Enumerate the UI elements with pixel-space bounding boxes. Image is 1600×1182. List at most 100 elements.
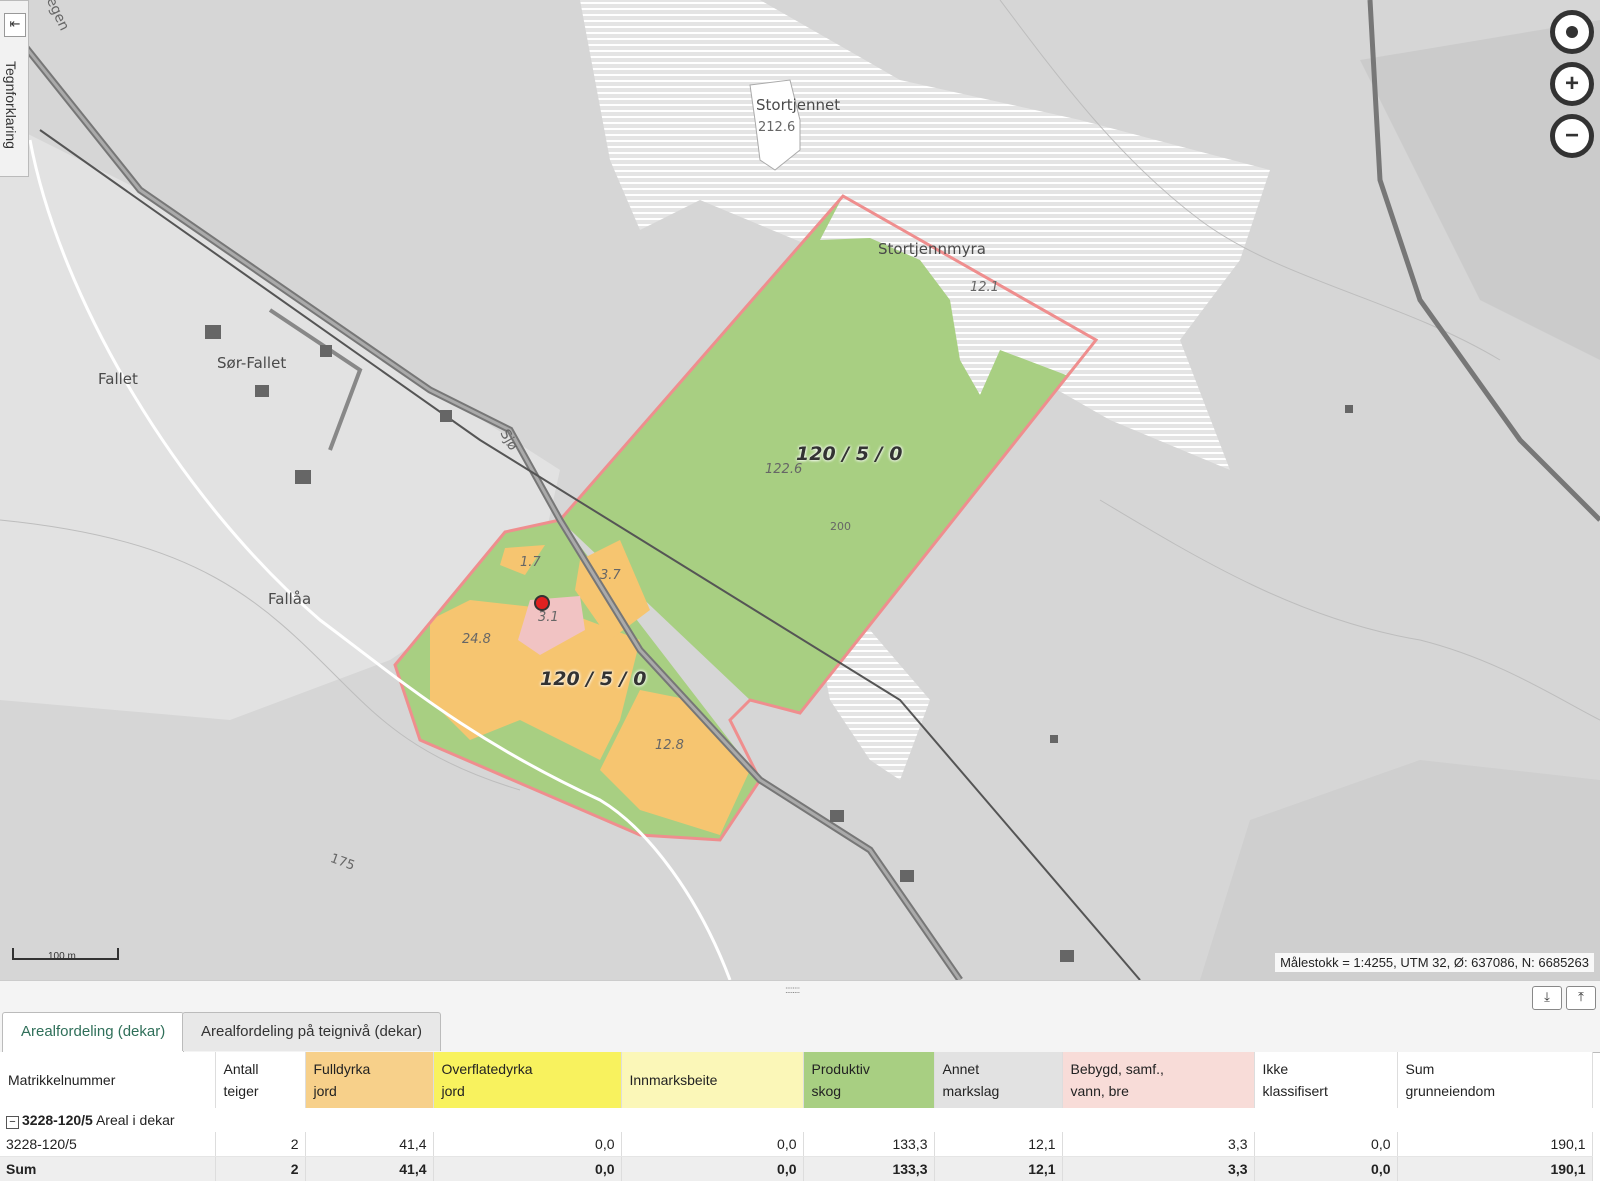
parcel-label: 120 / 5 / 0 xyxy=(796,443,903,465)
column-header-label: klassifisert xyxy=(1262,1083,1328,1099)
column-header-label: markslag xyxy=(942,1083,1000,1099)
locate-symbol xyxy=(1566,26,1578,38)
table-cell: 133,3 xyxy=(803,1156,935,1181)
column-header-label: Produktiv xyxy=(811,1061,870,1077)
panel-resize-divider[interactable]: :::::::: ⤓ ⤒ xyxy=(0,980,1600,1011)
column-header-label: vann, bre xyxy=(1070,1083,1129,1099)
column-header-label: Antall xyxy=(223,1061,259,1077)
height-label: 200 xyxy=(830,520,851,533)
place-label-sor-fallet: Sør-Fallet xyxy=(217,354,287,372)
scale-coordinates-readout: Målestokk = 1:4255, UTM 32, Ø: 637086, N… xyxy=(1275,953,1594,972)
area-label: 3.1 xyxy=(538,610,559,625)
map-canvas[interactable] xyxy=(0,0,1600,980)
column-header[interactable]: Innmarksbeite xyxy=(621,1052,804,1108)
column-header[interactable]: Fulldyrka jord xyxy=(305,1052,434,1108)
column-header[interactable]: Bebygd, samf., vann, bre xyxy=(1062,1052,1255,1108)
building xyxy=(320,345,332,357)
resize-grip-icon[interactable]: :::::::: xyxy=(785,985,800,996)
legend-label[interactable]: Tegnforklaring xyxy=(3,61,19,149)
building xyxy=(440,410,452,422)
column-header-label: Bebygd, samf., xyxy=(1070,1061,1164,1077)
upload-arrow-icon[interactable]: ⤒ xyxy=(1566,986,1596,1010)
panel-tabs: Arealfordeling (dekar) Arealfordeling på… xyxy=(0,1010,1600,1053)
place-label-stortjennmyra: Stortjennmyra xyxy=(878,240,986,258)
download-arrow-icon[interactable]: ⤓ xyxy=(1532,986,1562,1010)
sum-row: Sum 2 41,4 0,0 0,0 133,3 12,1 3,3 0,0 190,1 xyxy=(0,1156,1593,1181)
column-header-label: grunneiendom xyxy=(1405,1083,1496,1099)
locate-icon[interactable] xyxy=(1550,10,1594,54)
column-header-label: Ikke xyxy=(1262,1061,1289,1077)
group-label: Areal i dekar xyxy=(95,1111,175,1128)
height-label: 212.6 xyxy=(758,120,796,135)
building xyxy=(1050,735,1058,743)
group-id: 3228-120/5 xyxy=(22,1111,93,1128)
table-cell: 0,0 xyxy=(1254,1132,1398,1157)
legend-panel-tab[interactable]: ⇤ Tegnforklaring xyxy=(0,0,29,177)
table-row[interactable]: 3228-120/5 2 41,4 0,0 0,0 133,3 12,1 3,3 0,0 190,… xyxy=(0,1132,1593,1157)
table-cell: 0,0 xyxy=(1254,1156,1398,1181)
table-cell: 12,1 xyxy=(934,1132,1063,1157)
area-label: 24.8 xyxy=(462,632,491,647)
column-header[interactable]: Annet markslag xyxy=(934,1052,1063,1108)
column-header[interactable]: Produktiv skog xyxy=(803,1052,935,1108)
column-header-label: Fulldyrka xyxy=(313,1061,371,1077)
table-cell: 3228-120/5 xyxy=(0,1132,216,1157)
table-cell: Sum xyxy=(0,1156,216,1181)
table-cell: 190,1 xyxy=(1397,1156,1593,1181)
column-header-label: jord xyxy=(441,1083,465,1099)
zoom-in-icon[interactable]: + xyxy=(1550,62,1594,106)
table-cell: 0,0 xyxy=(433,1132,622,1157)
table-cell: 2 xyxy=(215,1156,306,1181)
column-header[interactable]: Antall teiger xyxy=(215,1052,306,1108)
group-row[interactable]: −3228-120/5 Areal i dekar xyxy=(0,1108,1592,1132)
column-header-label: Overflatedyrka xyxy=(441,1061,533,1077)
building xyxy=(900,870,914,882)
arrow-left-icon[interactable]: ⇤ xyxy=(4,13,26,37)
area-table: Matrikkelnummer Antall teiger Fulldyrka jord… xyxy=(0,1052,1600,1182)
table-cell: 0,0 xyxy=(621,1132,804,1157)
table-cell: 2 xyxy=(215,1132,306,1157)
area-label: 1.7 xyxy=(520,555,541,570)
place-label-fallet: Fallet xyxy=(98,370,138,388)
map-view[interactable]: Stortjennet 212.6 Stortjennmyra Sør-Fall… xyxy=(0,0,1600,980)
location-marker[interactable] xyxy=(534,595,550,611)
column-header-label: Sum xyxy=(1405,1061,1435,1077)
table-cell: 41,4 xyxy=(305,1132,434,1157)
collapse-group-icon[interactable]: − xyxy=(6,1115,19,1129)
building xyxy=(295,470,311,484)
area-label: 3.7 xyxy=(600,568,621,583)
column-header-label: Innmarksbeite xyxy=(629,1072,718,1088)
table-cell: 3,3 xyxy=(1062,1156,1255,1181)
place-label-stortjennet: Stortjennet xyxy=(756,96,841,114)
place-label-fallaa: Fallåa xyxy=(268,590,312,608)
column-header[interactable]: Overflatedyrka jord xyxy=(433,1052,622,1108)
group-cell[interactable]: −3228-120/5 Areal i dekar xyxy=(0,1108,1592,1132)
building xyxy=(205,325,221,339)
scale-label: 100 m xyxy=(48,951,76,962)
table-cell: 12,1 xyxy=(934,1156,1063,1181)
column-header[interactable]: Ikke klassifisert xyxy=(1254,1052,1398,1108)
tab-arealfordeling-teigniva[interactable]: Arealfordeling på teignivå (dekar) xyxy=(182,1012,441,1051)
column-header-label: teiger xyxy=(223,1083,259,1099)
tab-arealfordeling[interactable]: Arealfordeling (dekar) xyxy=(2,1012,185,1053)
table-header-row: Matrikkelnummer Antall teiger Fulldyrka jord… xyxy=(0,1052,1593,1108)
table-cell: 3,3 xyxy=(1062,1132,1255,1157)
building xyxy=(830,810,844,822)
table-cell: 41,4 xyxy=(305,1156,434,1181)
building xyxy=(1345,405,1353,413)
area-label: 12.8 xyxy=(655,738,684,753)
column-header[interactable]: Sum grunneiendom xyxy=(1397,1052,1593,1108)
column-header-label: Annet xyxy=(942,1061,980,1077)
table-cell: 133,3 xyxy=(803,1132,935,1157)
table-cell: 190,1 xyxy=(1397,1132,1593,1157)
column-header[interactable]: Matrikkelnummer xyxy=(0,1052,216,1108)
table-cell: 0,0 xyxy=(621,1156,804,1181)
building xyxy=(255,385,269,397)
area-label: 12.1 xyxy=(970,280,999,295)
building xyxy=(1060,950,1074,962)
column-header-label: Matrikkelnummer xyxy=(8,1072,116,1088)
column-header-label: skog xyxy=(811,1083,842,1099)
area-label: 122.6 xyxy=(765,462,803,477)
zoom-out-icon[interactable]: − xyxy=(1550,114,1594,158)
column-header-label: jord xyxy=(313,1083,337,1099)
